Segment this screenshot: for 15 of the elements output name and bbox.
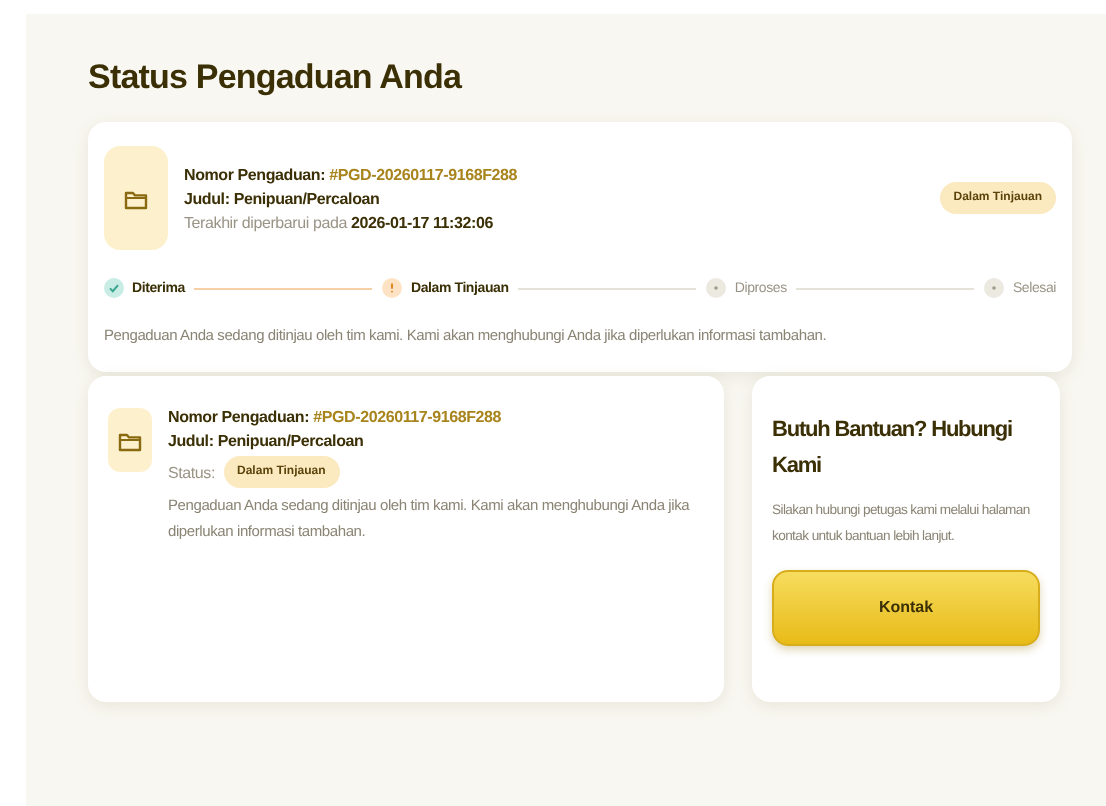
page-title: Status Pengaduan Anda xyxy=(88,58,464,98)
complaint-number: Nomor Pengaduan: #PGD-20260117-9168F288 xyxy=(184,165,520,183)
complaint-number: Nomor Pengaduan: #PGD-20260117-9168F288 xyxy=(168,408,504,426)
folder-icon xyxy=(118,429,142,451)
help-title: Butuh Bantuan? Hubungi Kami xyxy=(772,416,1014,483)
complaint-subject: Judul: Penipuan/Percaloan xyxy=(184,189,382,207)
step-indicator-icon xyxy=(706,278,727,298)
complaint-subject: Judul: Penipuan/Percaloan xyxy=(168,432,366,450)
step-indicator-icon xyxy=(104,278,124,298)
contact-button[interactable]: Kontak xyxy=(772,569,1040,646)
status-label: Status: xyxy=(168,463,216,481)
folder-icon xyxy=(124,187,148,209)
step-indicator-icon xyxy=(984,278,1005,298)
last-updated: Terakhir diperbarui pada 2026-01-17 11:32:06 xyxy=(184,213,495,231)
step-indicator-icon xyxy=(382,278,403,298)
